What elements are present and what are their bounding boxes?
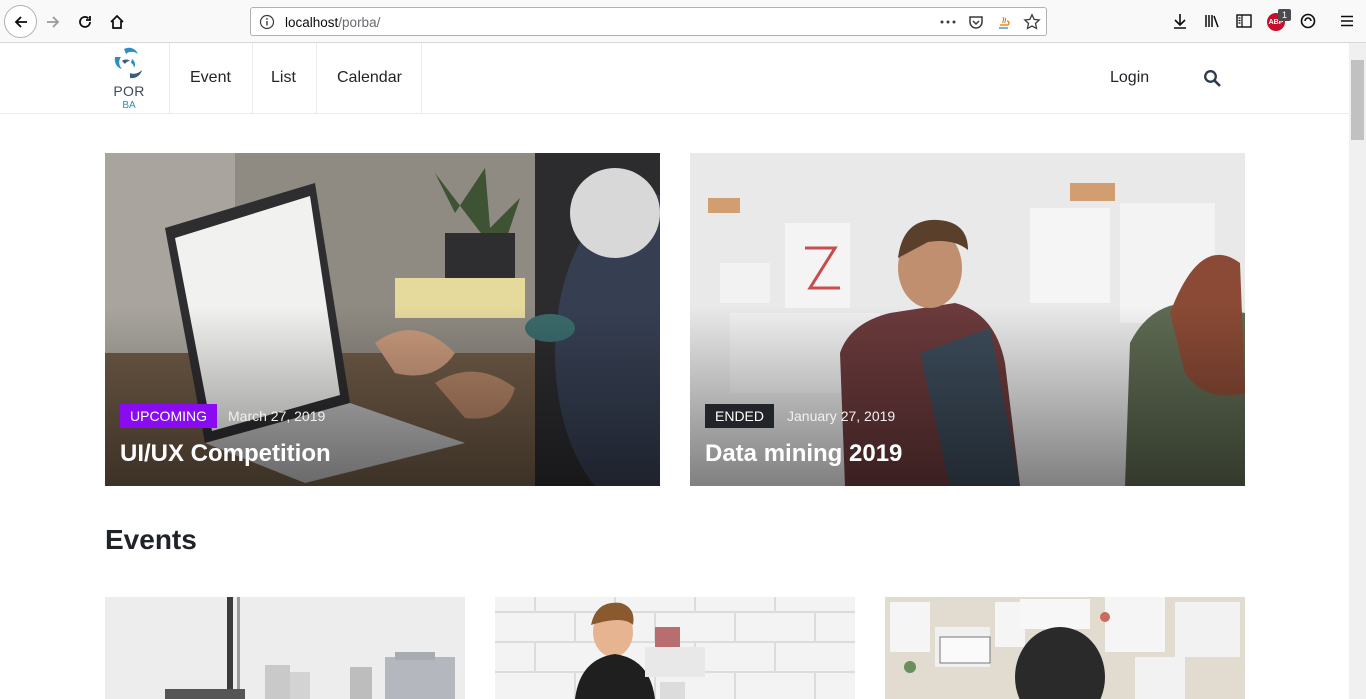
event-card-image — [495, 597, 855, 699]
event-card[interactable] — [105, 597, 465, 699]
event-date: March 27, 2019 — [228, 408, 326, 424]
nav-divider — [252, 43, 253, 114]
download-icon[interactable] — [1170, 11, 1190, 31]
featured-event-card[interactable]: UPCOMING March 27, 2019 UI/UX Competitio… — [105, 153, 660, 486]
event-card[interactable] — [885, 597, 1245, 699]
event-date: January 27, 2019 — [787, 408, 896, 424]
scrollbar-thumb[interactable] — [1351, 60, 1364, 140]
event-card-image — [105, 597, 465, 699]
event-title-link[interactable]: UI/UX Competition — [120, 440, 331, 468]
adblock-count-badge: 1 — [1278, 9, 1291, 21]
logo-text-top: POR — [113, 83, 145, 99]
reload-icon[interactable] — [70, 7, 100, 37]
browser-toolbar: localhost/porba/ ABP 1 — [0, 0, 1366, 43]
bookmark-star-icon[interactable] — [1023, 13, 1041, 31]
pocket-icon[interactable] — [967, 13, 985, 31]
menu-icon[interactable] — [1337, 11, 1357, 31]
page-info-icon[interactable] — [259, 14, 275, 30]
event-title-link[interactable]: Data mining 2019 — [705, 440, 902, 468]
url-bar[interactable]: localhost/porba/ — [250, 7, 1047, 36]
home-icon[interactable] — [102, 7, 132, 37]
event-card[interactable] — [495, 597, 855, 699]
nav-event[interactable]: Event — [190, 69, 231, 87]
featured-event-card[interactable]: ENDED January 27, 2019 Data mining 2019 — [690, 153, 1245, 486]
sidebar-icon[interactable] — [1234, 11, 1254, 31]
nav-divider — [169, 43, 170, 114]
nav-divider — [421, 43, 422, 114]
logo-mark-icon — [114, 47, 142, 79]
section-title-events: Events — [105, 524, 197, 555]
status-badge: ENDED — [705, 404, 775, 428]
java-icon[interactable] — [995, 13, 1013, 31]
library-icon[interactable] — [1202, 11, 1222, 31]
logo-text-bottom: BA — [122, 100, 136, 111]
back-icon[interactable] — [4, 5, 37, 38]
search-icon[interactable] — [1203, 69, 1221, 87]
url-path: /porba/ — [338, 15, 381, 30]
page-actions-icon[interactable] — [939, 13, 957, 31]
page-scrollbar[interactable] — [1349, 43, 1366, 699]
url-text[interactable]: localhost/porba/ — [285, 15, 380, 30]
nav-divider — [316, 43, 317, 114]
nav-calendar[interactable]: Calendar — [337, 69, 402, 87]
event-card-image — [885, 597, 1245, 699]
login-link[interactable]: Login — [1110, 69, 1149, 87]
sync-icon[interactable] — [1298, 11, 1318, 31]
site-logo[interactable]: POR BA — [104, 43, 152, 114]
url-host: localhost — [285, 15, 339, 30]
site-header: POR BA Event List Calendar Login — [0, 43, 1349, 114]
status-badge: UPCOMING — [120, 404, 217, 428]
forward-icon[interactable] — [38, 7, 68, 37]
nav-list[interactable]: List — [271, 69, 296, 87]
